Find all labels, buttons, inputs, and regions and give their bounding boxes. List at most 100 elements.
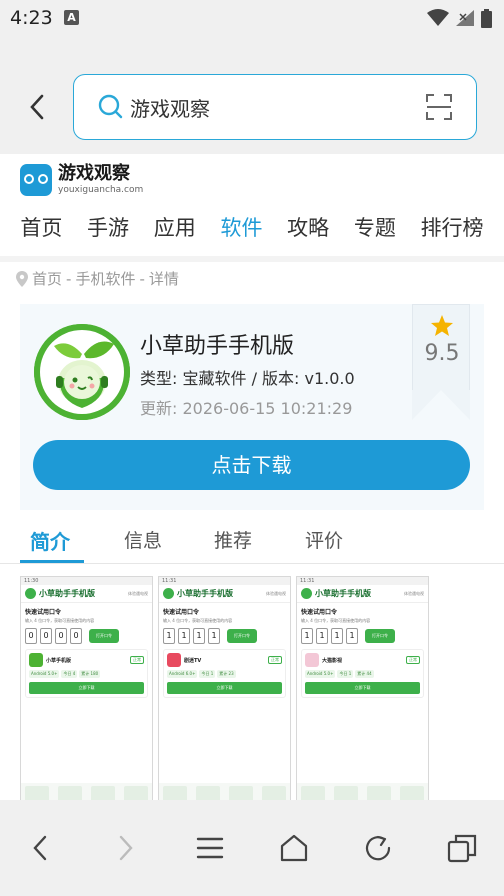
scan-icon[interactable] <box>426 94 452 120</box>
breadcrumb-separator: - <box>66 269 72 288</box>
screenshot-subtitle: 快速试用口令 <box>25 609 62 616</box>
screenshot-status: 11:31 <box>297 577 428 585</box>
screenshot-logo-icon <box>25 588 36 599</box>
battery-icon <box>481 8 492 28</box>
chevron-right-icon <box>119 835 133 861</box>
browser-bottom-bar <box>0 800 504 896</box>
browser-home-button[interactable] <box>274 828 314 868</box>
screenshot-go-button: 打开口令 <box>365 629 395 643</box>
app-screenshot[interactable]: 11:30 小草助手手机版 体验遇电视 快速试用口令 输入 4 位口令，获取可直… <box>20 576 153 800</box>
code-digit: 1 <box>193 628 205 644</box>
rating-badge: 9.5 <box>412 304 470 420</box>
star-icon <box>431 315 453 336</box>
screenshot-title: 小草助手手机版 <box>315 589 371 598</box>
wifi-icon <box>427 9 449 26</box>
code-digit: 1 <box>163 628 175 644</box>
screenshot-hint: 体验遇电视 <box>128 590 148 596</box>
nav-item-apps[interactable]: 应用 <box>154 210 196 246</box>
tab-reviews[interactable]: 评价 <box>305 526 343 553</box>
breadcrumb-current: 详情 <box>148 270 179 288</box>
screenshot-subtitle: 快速试用口令 <box>301 609 338 616</box>
menu-icon <box>196 837 224 859</box>
app-type-version: 类型: 宝藏软件 / 版本: v1.0.0 <box>140 369 355 388</box>
screenshot-footer <box>297 783 428 800</box>
browser-refresh-button[interactable] <box>358 828 398 868</box>
screenshot-status: 11:31 <box>159 577 290 585</box>
logo-eye-right <box>38 174 48 184</box>
screenshot-item-badge: 正常 <box>406 656 420 664</box>
detail-tabs: 简介 信息 推荐 评价 <box>0 520 504 564</box>
app-screenshot[interactable]: 11:31 小草助手手机版 体验遇电视 快速试用口令 输入 4 位口令，获取可直… <box>296 576 429 800</box>
screenshot-tag: Android 6.0+ <box>167 670 198 678</box>
screenshot-desc: 输入 4 位口令，获取可直接使用的内容 <box>163 618 233 623</box>
screenshot-tag: Android 5.0+ <box>305 670 336 678</box>
app-screenshot[interactable]: 11:31 小草助手手机版 体验遇电视 快速试用口令 输入 4 位口令，获取可直… <box>158 576 291 800</box>
site-nav: 首页 手游 应用 软件 攻略 专题 排行榜 <box>0 210 504 246</box>
screenshot-tag: 今日 1 <box>337 670 354 678</box>
code-digit: 1 <box>346 628 358 644</box>
code-digit: 1 <box>331 628 343 644</box>
screenshot-title: 小草助手手机版 <box>39 589 95 598</box>
screenshot-app-icon <box>305 653 319 667</box>
back-button[interactable] <box>22 92 52 122</box>
logo-domain: youxiguancha.com <box>58 185 144 195</box>
screenshot-item-name: 剧迷TV <box>184 657 202 664</box>
url-bar[interactable]: 游戏观察 <box>73 74 477 140</box>
screenshot-footer <box>21 783 152 800</box>
url-text: 游戏观察 <box>130 97 210 121</box>
tab-info[interactable]: 信息 <box>124 526 162 553</box>
code-digit: 0 <box>40 628 52 644</box>
screenshot-go-button: 打开口令 <box>227 629 257 643</box>
nav-item-home[interactable]: 首页 <box>20 210 62 246</box>
breadcrumb-category[interactable]: 手机软件 <box>75 268 135 289</box>
screenshot-title: 小草助手手机版 <box>177 589 233 598</box>
code-digit: 1 <box>301 628 313 644</box>
screenshot-hint: 体验遇电视 <box>266 590 286 596</box>
screenshot-tag: 今日 1 <box>199 670 216 678</box>
browser-tabs-button[interactable] <box>442 828 482 868</box>
status-time: 4:23 <box>10 7 53 29</box>
tabs-divider <box>0 563 504 564</box>
screenshot-tag: Android 5.0+ <box>29 670 60 678</box>
signal-icon <box>456 10 474 26</box>
browser-forward-button[interactable] <box>106 828 146 868</box>
screenshot-go-button: 打开口令 <box>89 629 119 643</box>
refresh-icon <box>365 835 391 861</box>
code-digit: 0 <box>55 628 67 644</box>
browser-back-button[interactable] <box>20 828 60 868</box>
chevron-left-icon <box>33 835 47 861</box>
nav-item-guides[interactable]: 攻略 <box>287 210 329 246</box>
screenshot-tag: 累计 23 <box>217 670 236 678</box>
screenshot-app-icon <box>29 653 43 667</box>
screenshot-download: 立即下载 <box>305 682 420 694</box>
screenshot-tag: 累计 44 <box>355 670 374 678</box>
logo-title: 游戏观察 <box>58 163 130 184</box>
app-info-card: 小草助手手机版 类型: 宝藏软件 / 版本: v1.0.0 更新: 2026-0… <box>20 304 484 510</box>
web-page: 游戏观察 youxiguancha.com 首页 手游 应用 软件 攻略 专题 … <box>0 154 504 800</box>
breadcrumb-home[interactable]: 首页 <box>32 268 62 289</box>
screenshot-logo-icon <box>163 588 174 599</box>
code-digit: 1 <box>208 628 220 644</box>
download-button[interactable]: 点击下载 <box>33 440 470 490</box>
nav-item-topics[interactable]: 专题 <box>354 210 396 246</box>
nav-item-mobile-games[interactable]: 手游 <box>87 210 129 246</box>
code-digit: 0 <box>25 628 37 644</box>
logo-eye-left <box>24 174 34 184</box>
search-icon <box>98 94 123 119</box>
nav-item-software[interactable]: 软件 <box>220 210 262 246</box>
nav-item-rankings[interactable]: 排行榜 <box>421 210 484 246</box>
screenshot-logo-icon <box>301 588 312 599</box>
site-logo[interactable]: 游戏观察 youxiguancha.com <box>20 164 143 196</box>
breadcrumb: 首页 - 手机软件 - 详情 <box>16 268 179 289</box>
tab-intro[interactable]: 简介 <box>30 526 70 555</box>
screenshot-desc: 输入 4 位口令，获取可直接使用的内容 <box>301 618 371 623</box>
screenshot-tag: 累计 180 <box>79 670 101 678</box>
breadcrumb-separator: - <box>139 269 145 288</box>
rating-value: 9.5 <box>424 341 460 366</box>
status-icons <box>427 8 492 28</box>
app-updated: 更新: 2026-06-15 10:21:29 <box>140 399 353 418</box>
browser-menu-button[interactable] <box>190 828 230 868</box>
status-bar: 4:23 A <box>0 0 504 36</box>
tab-recommend[interactable]: 推荐 <box>214 526 252 553</box>
screenshot-item-name: 大猫影视 <box>322 657 343 664</box>
